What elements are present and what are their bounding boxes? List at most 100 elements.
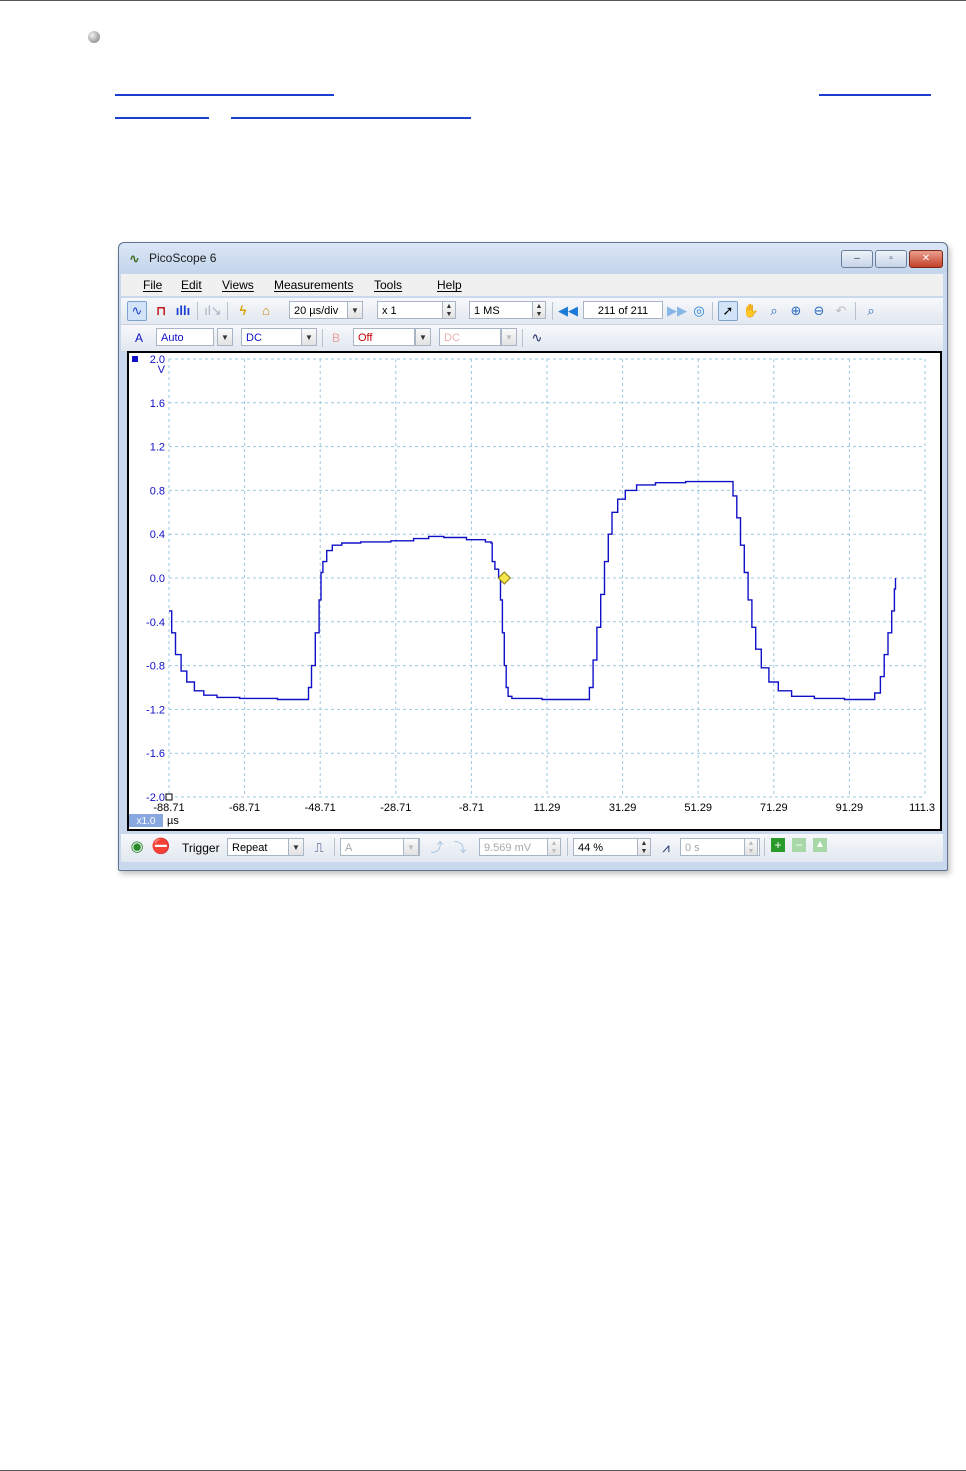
waveform-trace bbox=[169, 480, 897, 701]
samples-stepper[interactable]: ▲ ▼ bbox=[532, 301, 546, 319]
menu-help[interactable]: Help bbox=[437, 278, 462, 292]
start-icon[interactable]: ◉ bbox=[127, 837, 147, 857]
falling-edge-icon[interactable]: ⤵ bbox=[450, 838, 470, 858]
channel-b-coupling-select[interactable]: DC bbox=[439, 328, 501, 346]
channel-a-coupling-select[interactable]: DC bbox=[241, 328, 302, 346]
y-tick-label: 0.0 bbox=[150, 573, 165, 585]
window-title: PicoScope 6 bbox=[149, 251, 217, 265]
hand-tool-icon[interactable]: ✋ bbox=[741, 301, 761, 321]
menu-file[interactable]: File bbox=[143, 278, 162, 292]
auto-setup-icon[interactable]: ϟ bbox=[233, 301, 253, 321]
header-rule bbox=[0, 0, 966, 1]
main-toolbar: ∿ ⊓ ıllı ıl↘ ϟ ⌂ 20 µs/div ▼ x 1 ▲ ▼ 1 MS… bbox=[121, 298, 943, 325]
chevron-down-icon[interactable]: ▼ bbox=[217, 328, 233, 346]
advanced-trigger-icon[interactable]: ⎍ bbox=[309, 838, 329, 858]
doc-link-underline[interactable] bbox=[115, 117, 209, 119]
spectrum-mode-icon[interactable]: ıllı bbox=[173, 301, 193, 321]
x-tick-label: 111.3 bbox=[909, 802, 935, 814]
toolbar-separator bbox=[522, 329, 523, 347]
zoom-to-fit-icon[interactable]: ⌕ bbox=[861, 301, 881, 321]
zoom-input[interactable]: x 1 bbox=[377, 301, 445, 319]
post-trigger-delay-icon[interactable]: ⩘ bbox=[656, 838, 676, 858]
bullet-icon bbox=[88, 31, 100, 43]
buffer-position-field[interactable]: 211 of 211 bbox=[583, 301, 663, 319]
chevron-down-icon[interactable]: ▼ bbox=[415, 328, 431, 346]
menu-tools[interactable]: Tools bbox=[374, 278, 402, 292]
toolbar-separator bbox=[764, 838, 765, 856]
waveform-plot[interactable]: 2.01.61.20.80.40.0-0.4-0.8-1.2-1.6-2.0V-… bbox=[129, 353, 940, 829]
y-tick-label: 1.2 bbox=[150, 442, 165, 454]
toolbar-separator bbox=[855, 302, 856, 320]
undo-zoom-icon[interactable]: ↶ bbox=[831, 301, 851, 321]
chevron-down-icon[interactable]: ▼ bbox=[501, 328, 517, 346]
toolbar-separator bbox=[567, 838, 568, 856]
toolbar-separator bbox=[552, 302, 553, 320]
channel-a-range-select[interactable]: Auto bbox=[156, 328, 214, 346]
signal-generator-icon[interactable]: ∿ bbox=[527, 328, 547, 348]
delay-stepper[interactable]: ▲ ▼ bbox=[744, 838, 758, 856]
channel-a-label[interactable]: A bbox=[129, 328, 149, 348]
chevron-down-icon[interactable]: ▼ bbox=[288, 838, 304, 856]
maximize-button[interactable]: ▫ bbox=[875, 250, 907, 268]
threshold-stepper[interactable]: ▲ ▼ bbox=[547, 838, 561, 856]
pointer-tool-icon[interactable]: ➚ bbox=[718, 301, 738, 321]
menu-edit[interactable]: Edit bbox=[181, 278, 202, 292]
home-icon[interactable]: ⌂ bbox=[256, 301, 276, 321]
trigger-threshold-input[interactable]: 9.569 mV bbox=[479, 838, 557, 856]
chevron-down-icon[interactable]: ▼ bbox=[347, 301, 363, 319]
status-bar: ◉ ⛔ Trigger Repeat ▼ ⎍ A ▼ ⤴ ⤵ 9.569 mV … bbox=[121, 834, 943, 862]
remove-ruler-icon[interactable]: − bbox=[792, 838, 806, 852]
channel-b-label[interactable]: B bbox=[326, 328, 346, 348]
menu-bar: File Edit Views Measurements Tools Help bbox=[121, 274, 943, 296]
ruler-settings-icon[interactable]: ▲ bbox=[813, 838, 827, 852]
channel-options-icon[interactable]: ıl↘ bbox=[203, 301, 223, 321]
persistence-mode-icon[interactable]: ⊓ bbox=[151, 301, 171, 321]
minimize-button[interactable]: – bbox=[841, 250, 873, 268]
y-tick-label: 0.4 bbox=[150, 529, 165, 541]
doc-link-underline[interactable] bbox=[231, 117, 471, 119]
menu-views[interactable]: Views bbox=[222, 278, 254, 292]
x-tick-label: -8.71 bbox=[459, 802, 484, 814]
scope-mode-icon[interactable]: ∿ bbox=[127, 301, 147, 321]
samples-input[interactable]: 1 MS bbox=[469, 301, 541, 319]
zoom-stepper[interactable]: ▲ ▼ bbox=[442, 301, 456, 319]
zoom-out-icon[interactable]: ⊖ bbox=[809, 301, 829, 321]
doc-link-underline[interactable] bbox=[819, 94, 931, 96]
zoom-area-icon[interactable]: ⌕ bbox=[764, 301, 784, 321]
channel-b-range-select[interactable]: Off bbox=[353, 328, 415, 346]
toolbar-separator bbox=[322, 329, 323, 347]
toolbar-separator bbox=[227, 302, 228, 320]
doc-link-underline[interactable] bbox=[115, 94, 334, 96]
rising-edge-icon[interactable]: ⤴ bbox=[427, 838, 447, 858]
title-bar[interactable]: ∿ PicoScope 6 – ▫ ✕ bbox=[119, 243, 947, 273]
chevron-down-icon[interactable]: ▼ bbox=[301, 328, 317, 346]
y-tick-label: -0.8 bbox=[146, 661, 165, 673]
y-unit-label: V bbox=[158, 364, 166, 376]
chevron-down-icon[interactable]: ▼ bbox=[403, 838, 419, 856]
scope-view[interactable]: 2.0 1.6 1.2 0.8 0.4 0.0 -0.4 -0.8 -1.2 -1.6 -2.0 V -… bbox=[127, 351, 942, 831]
menu-measurements[interactable]: Measurements bbox=[274, 278, 353, 292]
y-tick-label: -1.2 bbox=[146, 704, 165, 716]
toolbar-separator bbox=[334, 838, 335, 856]
y-tick-label: 0.8 bbox=[150, 485, 165, 497]
x-tick-label: -68.71 bbox=[229, 802, 260, 814]
pre-trigger-stepper[interactable]: ▲ ▼ bbox=[637, 838, 651, 856]
buffer-back-icon[interactable]: ◀◀ bbox=[558, 301, 578, 321]
origin-marker-icon bbox=[165, 793, 173, 801]
x-tick-label: -88.71 bbox=[153, 802, 184, 814]
y-tick-label: 1.6 bbox=[150, 398, 165, 410]
x-tick-label: 31.29 bbox=[609, 802, 637, 814]
zoom-badge-label: x1.0 bbox=[137, 816, 156, 827]
buffer-navigator-icon[interactable]: ◎ bbox=[689, 301, 709, 321]
add-ruler-icon[interactable]: + bbox=[771, 838, 785, 852]
picoscope-logo-icon: ∿ bbox=[129, 251, 140, 266]
stop-icon[interactable]: ⛔ bbox=[151, 837, 171, 857]
zoom-in-icon[interactable]: ⊕ bbox=[786, 301, 806, 321]
timebase-select[interactable]: 20 µs/div bbox=[289, 301, 356, 319]
x-unit-label: µs bbox=[167, 815, 179, 827]
close-button[interactable]: ✕ bbox=[909, 250, 943, 268]
x-tick-label: -28.71 bbox=[380, 802, 411, 814]
y-tick-label: -0.4 bbox=[146, 617, 165, 629]
x-tick-label: -48.71 bbox=[305, 802, 336, 814]
buffer-forward-icon[interactable]: ▶▶ bbox=[667, 301, 687, 321]
